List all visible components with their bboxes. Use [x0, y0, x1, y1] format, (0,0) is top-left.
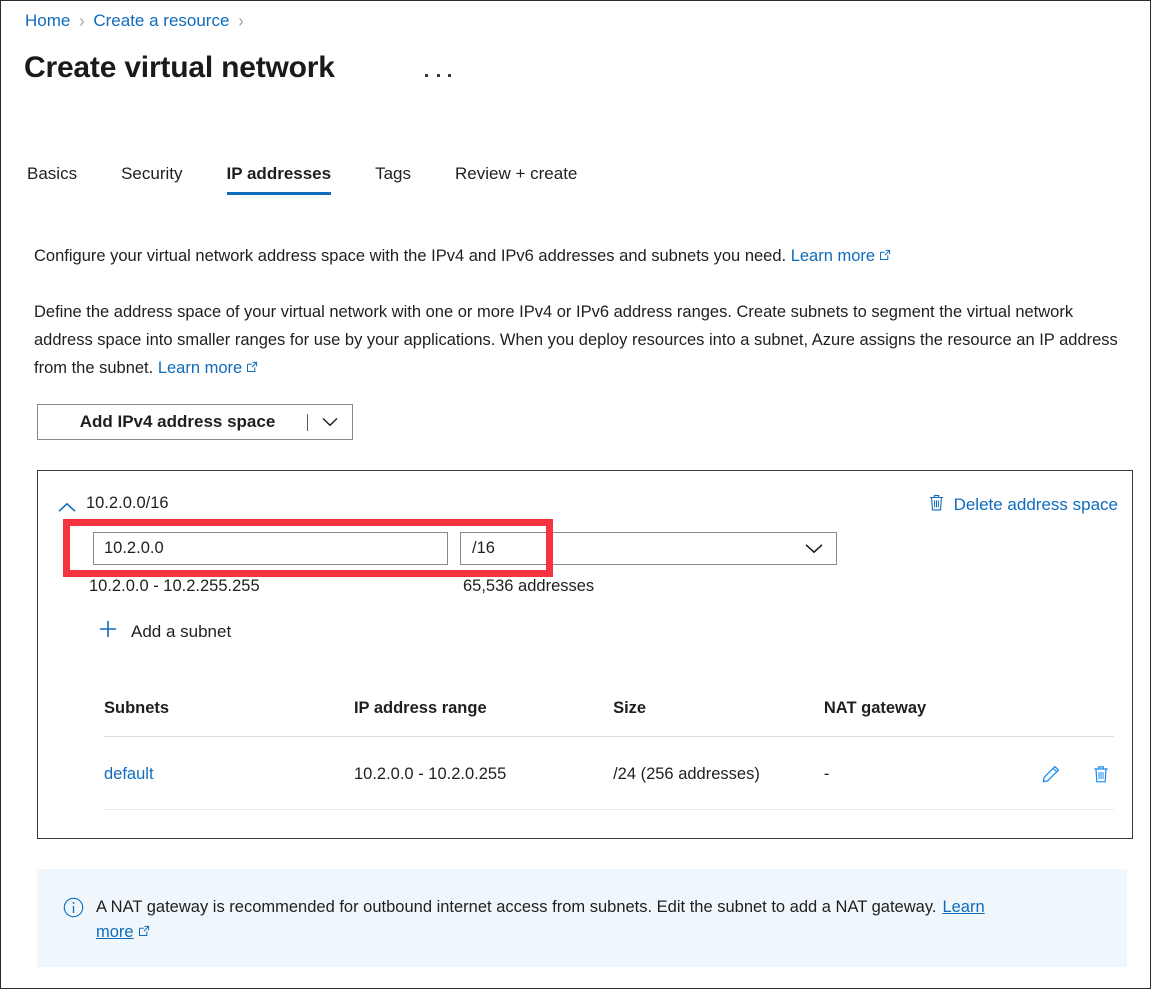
address-space-prefix-dropdown[interactable]: /16 — [460, 532, 837, 565]
nat-gateway-info-banner: A NAT gateway is recommended for outboun… — [37, 869, 1127, 967]
ellipsis-dot — [425, 74, 428, 77]
column-header-ip-address-range[interactable]: IP address range — [354, 699, 613, 737]
tab-ip-addresses[interactable]: IP addresses — [205, 164, 354, 195]
screenshot-frame: Home › Create a resource › Create virtua… — [0, 0, 1151, 989]
trash-icon[interactable] — [1088, 761, 1114, 787]
chevron-right-icon: › — [238, 12, 243, 31]
learn-more-link[interactable]: Learn more — [158, 359, 242, 377]
ip-addresses-description-2: Define the address space of your virtual… — [34, 298, 1134, 382]
delete-address-space-button[interactable]: Delete address space — [928, 493, 1118, 517]
address-space-prefix-value: /16 — [461, 539, 792, 558]
description-text: Configure your virtual network address s… — [34, 247, 791, 265]
ellipsis-menu-icon[interactable] — [425, 63, 451, 87]
cell-nat-gateway: - — [824, 737, 1025, 810]
subnets-table: Subnets IP address range Size NAT gatewa… — [104, 699, 1114, 810]
info-circle-icon — [63, 897, 84, 923]
delete-address-space-label: Delete address space — [954, 495, 1118, 515]
ellipsis-dot — [448, 74, 451, 77]
column-header-actions — [1024, 699, 1114, 737]
plus-icon — [98, 619, 118, 644]
tab-security[interactable]: Security — [99, 164, 204, 195]
chevron-down-icon[interactable] — [308, 417, 352, 427]
tab-basics[interactable]: Basics — [23, 164, 99, 195]
add-ipv4-address-space-button[interactable]: Add IPv4 address space — [37, 404, 353, 440]
info-banner-message: A NAT gateway is recommended for outboun… — [96, 898, 936, 916]
breadcrumb-item-home[interactable]: Home — [25, 11, 70, 31]
address-space-cidr-label: 10.2.0.0/16 — [86, 494, 169, 513]
learn-more-link[interactable]: Learn more — [791, 247, 875, 265]
tab-bar: Basics Security IP addresses Tags Review… — [23, 164, 599, 195]
table-header-row: Subnets IP address range Size NAT gatewa… — [104, 699, 1114, 737]
external-link-icon — [138, 925, 150, 937]
column-header-nat-gateway[interactable]: NAT gateway — [824, 699, 1025, 737]
add-ipv4-address-space-label: Add IPv4 address space — [38, 412, 307, 432]
cell-ip-address-range: 10.2.0.0 - 10.2.0.255 — [354, 737, 613, 810]
cell-size: /24 (256 addresses) — [613, 737, 824, 810]
breadcrumb-item-create-a-resource[interactable]: Create a resource — [93, 11, 229, 31]
cell-row-actions — [1024, 737, 1114, 810]
address-space-ip-input[interactable] — [93, 532, 448, 565]
tab-tags[interactable]: Tags — [353, 164, 433, 195]
external-link-icon — [879, 249, 891, 261]
chevron-down-icon[interactable] — [792, 543, 836, 554]
info-banner-text: A NAT gateway is recommended for outboun… — [96, 895, 996, 945]
external-link-icon — [246, 361, 258, 373]
address-space-card: 10.2.0.0/16 Delete address space /16 10.… — [37, 470, 1133, 839]
chevron-right-icon: › — [79, 12, 84, 31]
chevron-up-icon[interactable] — [57, 497, 77, 517]
subnet-link-default[interactable]: default — [104, 765, 154, 783]
table-row: default 10.2.0.0 - 10.2.0.255 /24 (256 a… — [104, 737, 1114, 810]
cell-subnet-name: default — [104, 737, 354, 810]
add-a-subnet-button[interactable]: Add a subnet — [98, 619, 231, 644]
trash-icon — [928, 493, 945, 517]
page-title: Create virtual network — [24, 51, 335, 85]
breadcrumb: Home › Create a resource › — [25, 11, 243, 31]
column-header-size[interactable]: Size — [613, 699, 824, 737]
address-space-range-text: 10.2.0.0 - 10.2.255.255 — [89, 577, 260, 596]
column-header-subnets[interactable]: Subnets — [104, 699, 354, 737]
pencil-icon[interactable] — [1038, 761, 1064, 787]
address-space-count-text: 65,536 addresses — [463, 577, 594, 596]
tab-review-create[interactable]: Review + create — [433, 164, 599, 195]
ellipsis-dot — [437, 74, 440, 77]
add-a-subnet-label: Add a subnet — [131, 622, 231, 642]
ip-addresses-description-1: Configure your virtual network address s… — [34, 242, 1094, 270]
